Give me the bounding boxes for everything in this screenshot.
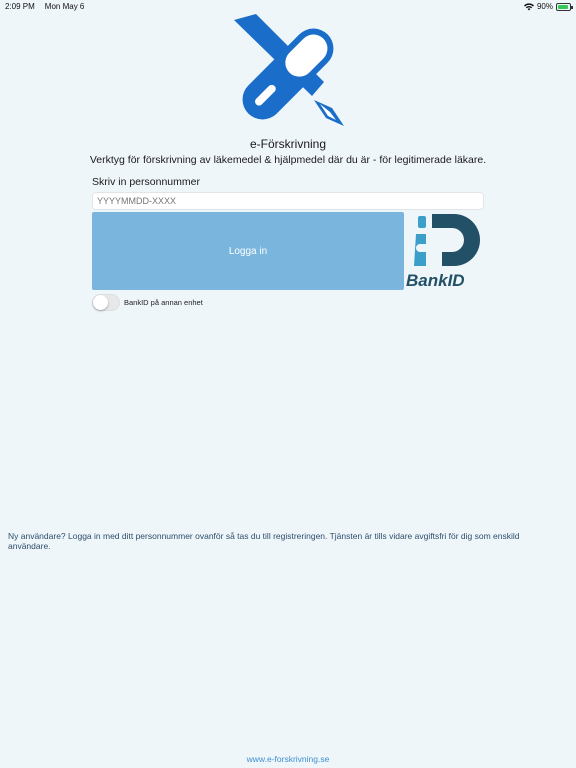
bankid-logo: BankID <box>406 214 480 290</box>
wifi-icon <box>523 2 534 10</box>
status-date: Mon May 6 <box>44 2 85 11</box>
battery-percent: 90% <box>536 2 553 11</box>
login-button[interactable]: Logga in <box>92 212 404 290</box>
status-left: 2:09 PM Mon May 6 <box>5 2 84 11</box>
other-device-toggle[interactable] <box>92 294 120 311</box>
personnummer-label: Skriv in personnummer <box>92 176 200 188</box>
status-time: 2:09 PM <box>5 2 35 11</box>
bankid-wordmark: BankID <box>406 271 465 290</box>
battery-cap <box>571 5 573 9</box>
website-link[interactable]: www.e-forskrivning.se <box>0 754 576 764</box>
toggle-knob <box>93 295 108 310</box>
battery-icon <box>556 2 573 11</box>
personnummer-input[interactable] <box>92 192 484 210</box>
battery-fill <box>558 4 568 9</box>
app-subtitle: Verktyg för förskrivning av läkemedel & … <box>89 154 487 166</box>
app-title: e-Förskrivning <box>249 137 327 151</box>
other-device-label: BankID på annan enhet <box>124 298 203 307</box>
status-right: 90% <box>523 2 573 11</box>
new-user-info: Ny användare? Logga in med ditt personnu… <box>8 531 520 551</box>
app-logo-icon <box>234 14 344 126</box>
